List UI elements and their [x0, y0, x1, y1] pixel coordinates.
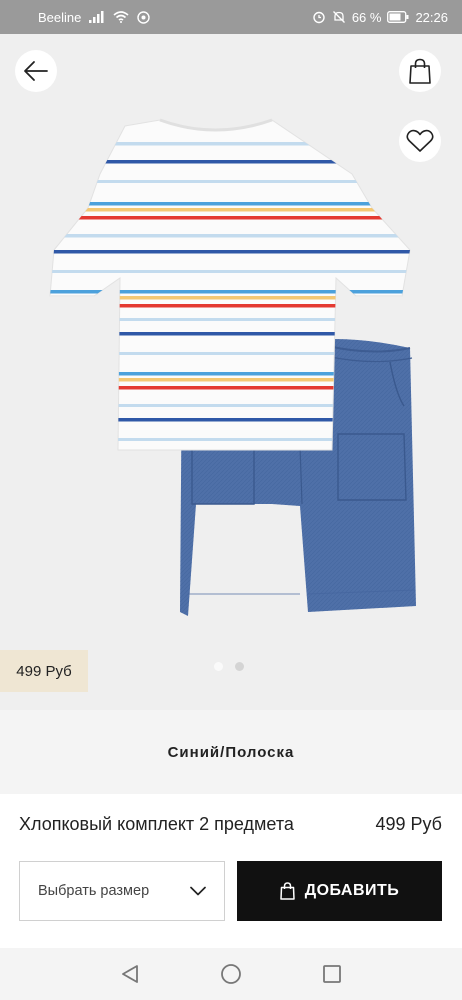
wifi-icon — [113, 11, 129, 23]
gallery-dot-1[interactable] — [214, 662, 223, 671]
status-bar: Beeline 66 % 22:26 — [0, 0, 462, 34]
carrier-name: Beeline — [38, 9, 82, 25]
battery-icon — [387, 11, 409, 23]
title-row: Хлопковый комплект 2 предмета 499 Руб — [19, 814, 442, 835]
color-selector[interactable]: Синий/Полоска — [0, 710, 462, 794]
system-nav-bar — [0, 948, 462, 1000]
back-button[interactable] — [15, 50, 57, 92]
add-button-label: ДОБАВИТЬ — [304, 882, 400, 899]
heart-icon — [406, 129, 434, 153]
favorite-button[interactable] — [399, 120, 441, 162]
alarm-icon — [312, 10, 326, 24]
product-info-panel: Хлопковый комплект 2 предмета 499 Руб Вы… — [0, 794, 462, 948]
arrow-left-icon — [23, 60, 49, 82]
signal-icon — [89, 11, 105, 23]
gallery-pagination — [214, 662, 244, 671]
price-badge: 499 Руб — [0, 650, 88, 692]
square-recent-icon[interactable] — [322, 964, 342, 984]
size-select[interactable]: Выбрать размер — [19, 861, 225, 921]
product-price: 499 Руб — [375, 814, 442, 834]
add-to-bag-button[interactable]: ДОБАВИТЬ — [237, 861, 442, 921]
shopping-bag-icon — [409, 58, 431, 84]
whatsapp-icon — [137, 10, 151, 24]
gallery-dot-2[interactable] — [235, 662, 244, 671]
chevron-down-icon — [190, 886, 206, 896]
clock-time: 22:26 — [415, 9, 448, 25]
bag-button[interactable] — [399, 50, 441, 92]
color-name: Синий/Полоска — [167, 743, 295, 761]
product-title: Хлопковый комплект 2 предмета — [19, 814, 294, 834]
triangle-back-icon[interactable] — [120, 964, 140, 984]
shopping-bag-icon — [279, 882, 295, 900]
product-gallery[interactable]: 499 Руб — [0, 34, 462, 710]
circle-home-icon[interactable] — [220, 963, 242, 985]
size-select-label: Выбрать размер — [38, 883, 150, 899]
product-photo — [49, 118, 416, 616]
mute-icon — [332, 10, 346, 24]
battery-percent: 66 % — [351, 9, 382, 25]
